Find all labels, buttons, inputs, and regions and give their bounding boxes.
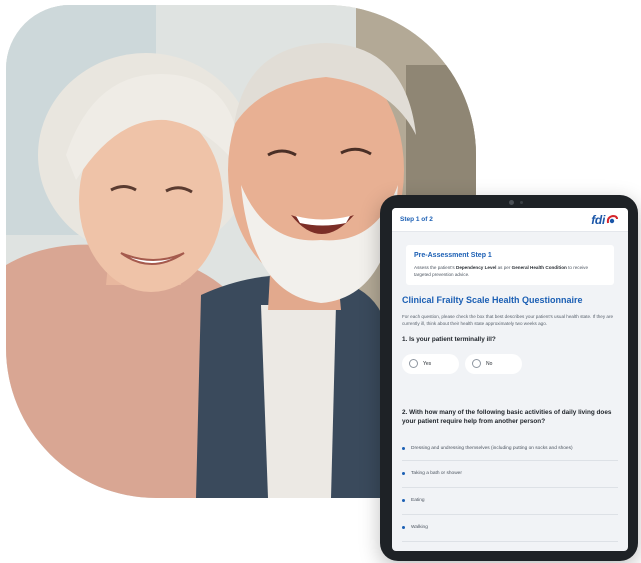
question-1-options: Yes No — [402, 353, 618, 374]
questionnaire-title: Clinical Frailty Scale Health Questionna… — [402, 295, 583, 305]
screen-header: Step 1 of 2 fdi — [392, 208, 628, 232]
activity-label: Taking a bath or shower — [411, 471, 462, 476]
logo-swoosh-icon — [606, 214, 618, 223]
bullet-icon — [402, 446, 405, 450]
option-no-label: No — [486, 360, 493, 367]
option-yes-label: Yes — [423, 360, 432, 367]
option-yes[interactable]: Yes — [402, 353, 459, 374]
pre-assessment-title: Pre-Assessment Step 1 — [414, 252, 492, 259]
bullet-icon — [402, 499, 405, 502]
activity-list: Dressing and undressing themselves (incl… — [402, 437, 618, 542]
activity-item[interactable]: Dressing and undressing themselves (incl… — [402, 437, 618, 461]
questionnaire-intro: For each question, please check the box … — [402, 314, 614, 326]
radio-no[interactable] — [472, 359, 481, 368]
question-1: 1. Is your patient terminally ill? — [402, 336, 496, 343]
sensor-icon — [520, 201, 523, 204]
option-no[interactable]: No — [465, 353, 522, 374]
tablet-device: Step 1 of 2 fdi Pre-Assessment Step 1 As… — [380, 195, 638, 561]
activity-item[interactable]: Taking a bath or shower — [402, 461, 618, 488]
radio-yes[interactable] — [409, 359, 418, 368]
question-2: 2. With how many of the following basic … — [402, 408, 612, 426]
fdi-logo: fdi — [591, 213, 618, 227]
logo-text: fdi — [591, 212, 605, 227]
activity-item[interactable]: Walking — [402, 515, 618, 542]
bullet-icon — [402, 472, 405, 475]
bullet-icon — [402, 526, 405, 529]
activity-label: Walking — [411, 525, 428, 530]
pre-assessment-text: Assess the patient's Dependency Level as… — [414, 265, 589, 277]
questionnaire-screen: Step 1 of 2 fdi Pre-Assessment Step 1 As… — [392, 208, 628, 551]
activity-label: Eating — [411, 498, 425, 503]
activity-item[interactable]: Eating — [402, 488, 618, 515]
activity-label: Dressing and undressing themselves (incl… — [411, 445, 573, 451]
screen-content: Pre-Assessment Step 1 Assess the patient… — [392, 232, 628, 542]
step-indicator: Step 1 of 2 — [400, 216, 433, 223]
pre-assessment-card: Pre-Assessment Step 1 Assess the patient… — [406, 245, 614, 285]
camera-icon — [509, 200, 514, 205]
